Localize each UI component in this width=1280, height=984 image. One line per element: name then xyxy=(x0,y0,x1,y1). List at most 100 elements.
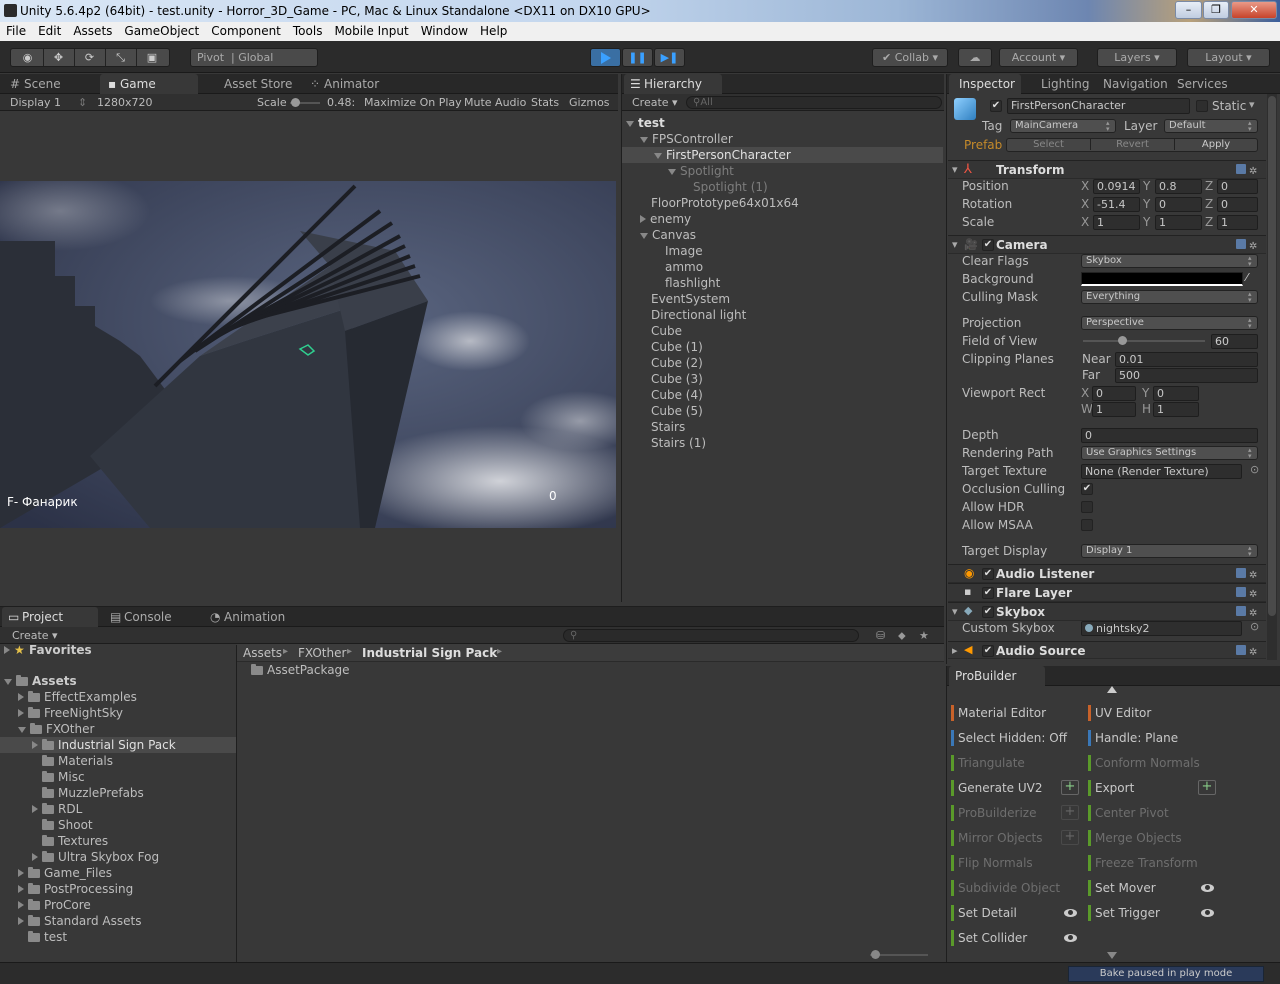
fov-slider[interactable] xyxy=(1083,340,1205,342)
rot-z-field[interactable]: 0 xyxy=(1217,197,1258,212)
menu-component[interactable]: Component xyxy=(205,22,287,41)
hierarchy-item[interactable]: Cube (4) xyxy=(651,387,703,403)
static-checkbox[interactable] xyxy=(1196,100,1208,112)
allow-hdr-checkbox[interactable] xyxy=(1081,501,1093,513)
probuilder-right-button[interactable]: UV Editor xyxy=(1088,704,1151,722)
menu-mobile-input[interactable]: Mobile Input xyxy=(328,22,414,41)
tab-scene[interactable]: # Scene xyxy=(4,74,94,94)
scale-slider-thumb[interactable] xyxy=(291,98,300,107)
project-folder-item[interactable]: RDL xyxy=(32,801,82,817)
favorite-star-icon[interactable]: ★ xyxy=(919,627,929,644)
options-plus-icon[interactable]: + xyxy=(1061,830,1079,845)
audio-listener-checkbox[interactable]: ✔ xyxy=(982,568,994,580)
tab-navigation[interactable]: Navigation xyxy=(1093,74,1168,94)
component-menu-icons[interactable]: ✲ xyxy=(1236,239,1262,252)
project-folder-item[interactable]: Misc xyxy=(32,769,85,785)
fov-field[interactable]: 60 xyxy=(1211,334,1258,349)
probuilder-left-button[interactable]: Triangulate xyxy=(951,754,1025,772)
gear-icon[interactable]: ✲ xyxy=(1249,242,1259,252)
breadcrumb-fxother[interactable]: FXOther xyxy=(298,646,346,660)
cloud-icon[interactable]: ☁ xyxy=(958,48,992,67)
near-field[interactable]: 0.01 xyxy=(1115,352,1258,367)
pivot-global-toggle[interactable]: Pivot | Global xyxy=(190,48,318,67)
hierarchy-item[interactable]: Stairs xyxy=(651,419,685,435)
depth-field[interactable]: 0 xyxy=(1081,428,1258,443)
tag-dropdown[interactable]: MainCamera xyxy=(1010,119,1116,133)
global-button[interactable]: Global xyxy=(238,51,273,64)
probuilder-right-button[interactable]: Freeze Transform xyxy=(1088,854,1198,872)
hierarchy-item[interactable]: FPSController xyxy=(640,131,733,147)
project-folder-item[interactable]: Game_Files xyxy=(18,865,112,881)
maximize-on-play-toggle[interactable]: Maximize On Play xyxy=(364,94,462,111)
project-folder-item[interactable]: FXOther xyxy=(18,721,94,737)
tab-console[interactable]: ▤ Console xyxy=(104,607,194,627)
pos-y-field[interactable]: 0.8 xyxy=(1155,179,1202,194)
component-menu-icons[interactable]: ✲ xyxy=(1236,164,1262,177)
probuilder-left-button[interactable]: Mirror Objects xyxy=(951,829,1043,847)
prefab-revert-button[interactable]: Revert xyxy=(1091,139,1175,150)
eyedropper-icon[interactable]: ⁄ xyxy=(1246,271,1248,284)
project-search-input[interactable]: ⚲ xyxy=(563,629,859,642)
hierarchy-item[interactable]: Cube xyxy=(651,323,682,339)
clear-flags-dropdown[interactable]: Skybox xyxy=(1081,254,1258,268)
probuilder-left-button[interactable]: Set Collider xyxy=(951,929,1027,947)
pause-button[interactable]: ❚❚ xyxy=(622,48,653,67)
hierarchy-create-dropdown[interactable]: Create ▾ xyxy=(632,94,678,111)
viewport-h-field[interactable]: 1 xyxy=(1153,402,1199,417)
help-icon[interactable] xyxy=(1236,645,1246,655)
hierarchy-item[interactable]: Canvas xyxy=(640,227,696,243)
pos-x-field[interactable]: 0.0914 xyxy=(1093,179,1140,194)
probuilder-right-button[interactable]: Merge Objects xyxy=(1088,829,1182,847)
options-plus-icon[interactable]: + xyxy=(1061,805,1079,820)
hierarchy-item[interactable]: EventSystem xyxy=(651,291,730,307)
eye-icon[interactable] xyxy=(1201,909,1214,917)
probuilder-right-button[interactable]: Conform Normals xyxy=(1088,754,1200,772)
skybox-header[interactable]: ▾ ◆ ✔ Skybox ✲ xyxy=(948,602,1266,621)
layer-dropdown[interactable]: Default xyxy=(1164,119,1258,133)
hierarchy-item[interactable]: Spotlight xyxy=(668,163,734,179)
filter-type-icon[interactable]: ⛁ xyxy=(876,627,885,644)
step-button[interactable]: ▶❚ xyxy=(654,48,685,67)
help-icon[interactable] xyxy=(1236,164,1246,174)
eye-icon[interactable] xyxy=(1064,934,1077,942)
resolution-dropdown[interactable]: 1280x720 xyxy=(97,94,153,111)
object-picker-icon[interactable]: ⊙ xyxy=(1250,463,1259,476)
probuilder-right-button[interactable]: Set Mover xyxy=(1088,879,1156,897)
play-button[interactable] xyxy=(590,48,621,67)
filter-label-icon[interactable]: ⬥ xyxy=(898,627,906,644)
tab-lighting[interactable]: Lighting xyxy=(1031,74,1101,94)
hierarchy-search-input[interactable]: ⚲All xyxy=(686,96,942,109)
collab-dropdown[interactable]: ✔ Collab ▾ xyxy=(872,48,948,67)
tab-asset-store[interactable]: Asset Store xyxy=(204,74,294,94)
project-asset-item[interactable]: AssetPackage xyxy=(251,662,350,678)
scl-y-field[interactable]: 1 xyxy=(1155,215,1202,230)
tab-animation[interactable]: ◔ Animation xyxy=(204,607,294,627)
rot-x-field[interactable]: -51.4 xyxy=(1093,197,1140,212)
target-texture-field[interactable]: None (Render Texture) xyxy=(1081,464,1242,479)
gizmos-dropdown[interactable]: Gizmos xyxy=(569,94,610,111)
hierarchy-item[interactable]: Image xyxy=(665,243,703,259)
menu-assets[interactable]: Assets xyxy=(67,22,118,41)
culling-mask-dropdown[interactable]: Everything xyxy=(1081,290,1258,304)
probuilder-left-button[interactable]: Generate UV2 xyxy=(951,779,1043,797)
menu-gameobject[interactable]: GameObject xyxy=(118,22,205,41)
minimize-button[interactable]: – xyxy=(1175,1,1202,19)
inspector-scrollbar[interactable] xyxy=(1267,94,1277,660)
probuilder-left-button[interactable]: ProBuilderize xyxy=(951,804,1037,822)
hand-tool-icon[interactable]: ◉ xyxy=(13,49,44,66)
prefab-apply-button[interactable]: Apply xyxy=(1175,139,1257,150)
scroll-up-arrow-icon[interactable] xyxy=(1107,686,1117,693)
projection-dropdown[interactable]: Perspective xyxy=(1081,316,1258,330)
tab-hierarchy[interactable]: ☰ Hierarchy xyxy=(624,74,722,94)
layout-dropdown[interactable]: Layout ▾ xyxy=(1187,48,1270,67)
fov-slider-thumb[interactable] xyxy=(1118,336,1127,345)
gameobject-name-field[interactable]: FirstPersonCharacter xyxy=(1007,98,1190,114)
breadcrumb-current[interactable]: Industrial Sign Pack xyxy=(362,646,497,660)
pivot-button[interactable]: Pivot xyxy=(197,51,224,64)
favorites-item[interactable]: ★ Favorites xyxy=(4,642,92,658)
hierarchy-item[interactable]: Spotlight (1) xyxy=(693,179,768,195)
component-menu-icons[interactable]: ✲ xyxy=(1236,587,1262,600)
static-dropdown[interactable]: ▾ xyxy=(1249,98,1255,111)
menu-edit[interactable]: Edit xyxy=(32,22,67,41)
allow-msaa-checkbox[interactable] xyxy=(1081,519,1093,531)
